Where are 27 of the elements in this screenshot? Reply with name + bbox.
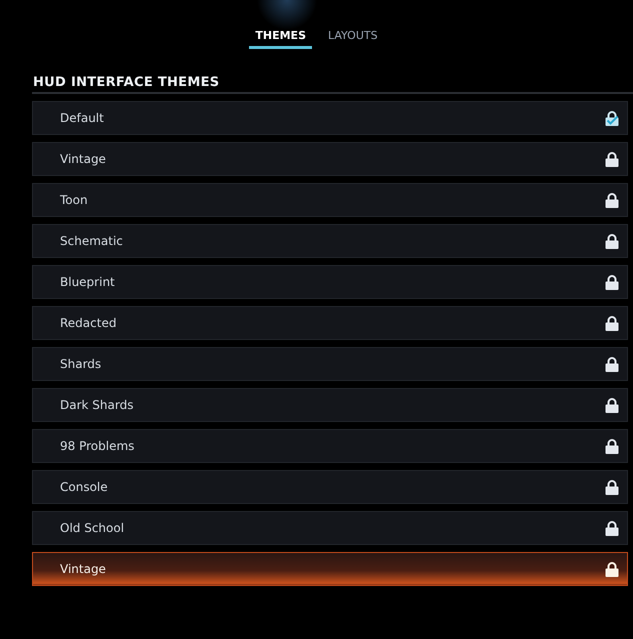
theme-item[interactable]: Default xyxy=(32,101,628,135)
theme-label: Blueprint xyxy=(60,275,115,289)
theme-label: Shards xyxy=(60,357,102,371)
theme-item[interactable]: Vintage xyxy=(32,552,628,586)
theme-label: Toon xyxy=(60,193,88,207)
theme-item[interactable]: Dark Shards xyxy=(32,388,628,422)
theme-item[interactable]: Vintage xyxy=(32,142,628,176)
theme-item[interactable]: Toon xyxy=(32,183,628,217)
theme-label: Schematic xyxy=(60,234,123,248)
theme-item[interactable]: Schematic xyxy=(32,224,628,258)
theme-item[interactable]: Console xyxy=(32,470,628,504)
theme-item[interactable]: Redacted xyxy=(32,306,628,340)
theme-label: Console xyxy=(60,480,108,494)
theme-label: Redacted xyxy=(60,316,116,330)
theme-item[interactable]: Blueprint xyxy=(32,265,628,299)
theme-label: 98 Problems xyxy=(60,439,134,453)
section-heading: HUD INTERFACE THEMES xyxy=(32,75,633,94)
theme-label: Dark Shards xyxy=(60,398,134,412)
theme-item[interactable]: 98 Problems xyxy=(32,429,628,463)
theme-label: Vintage xyxy=(60,152,106,166)
theme-item[interactable]: Shards xyxy=(32,347,628,381)
theme-label: Default xyxy=(60,111,104,125)
tab[interactable]: THEMES xyxy=(249,27,312,49)
theme-label: Vintage xyxy=(60,562,106,576)
theme-item[interactable]: Old School xyxy=(32,511,628,545)
theme-label: Old School xyxy=(60,521,124,535)
tab[interactable]: LAYOUTS xyxy=(322,27,384,49)
